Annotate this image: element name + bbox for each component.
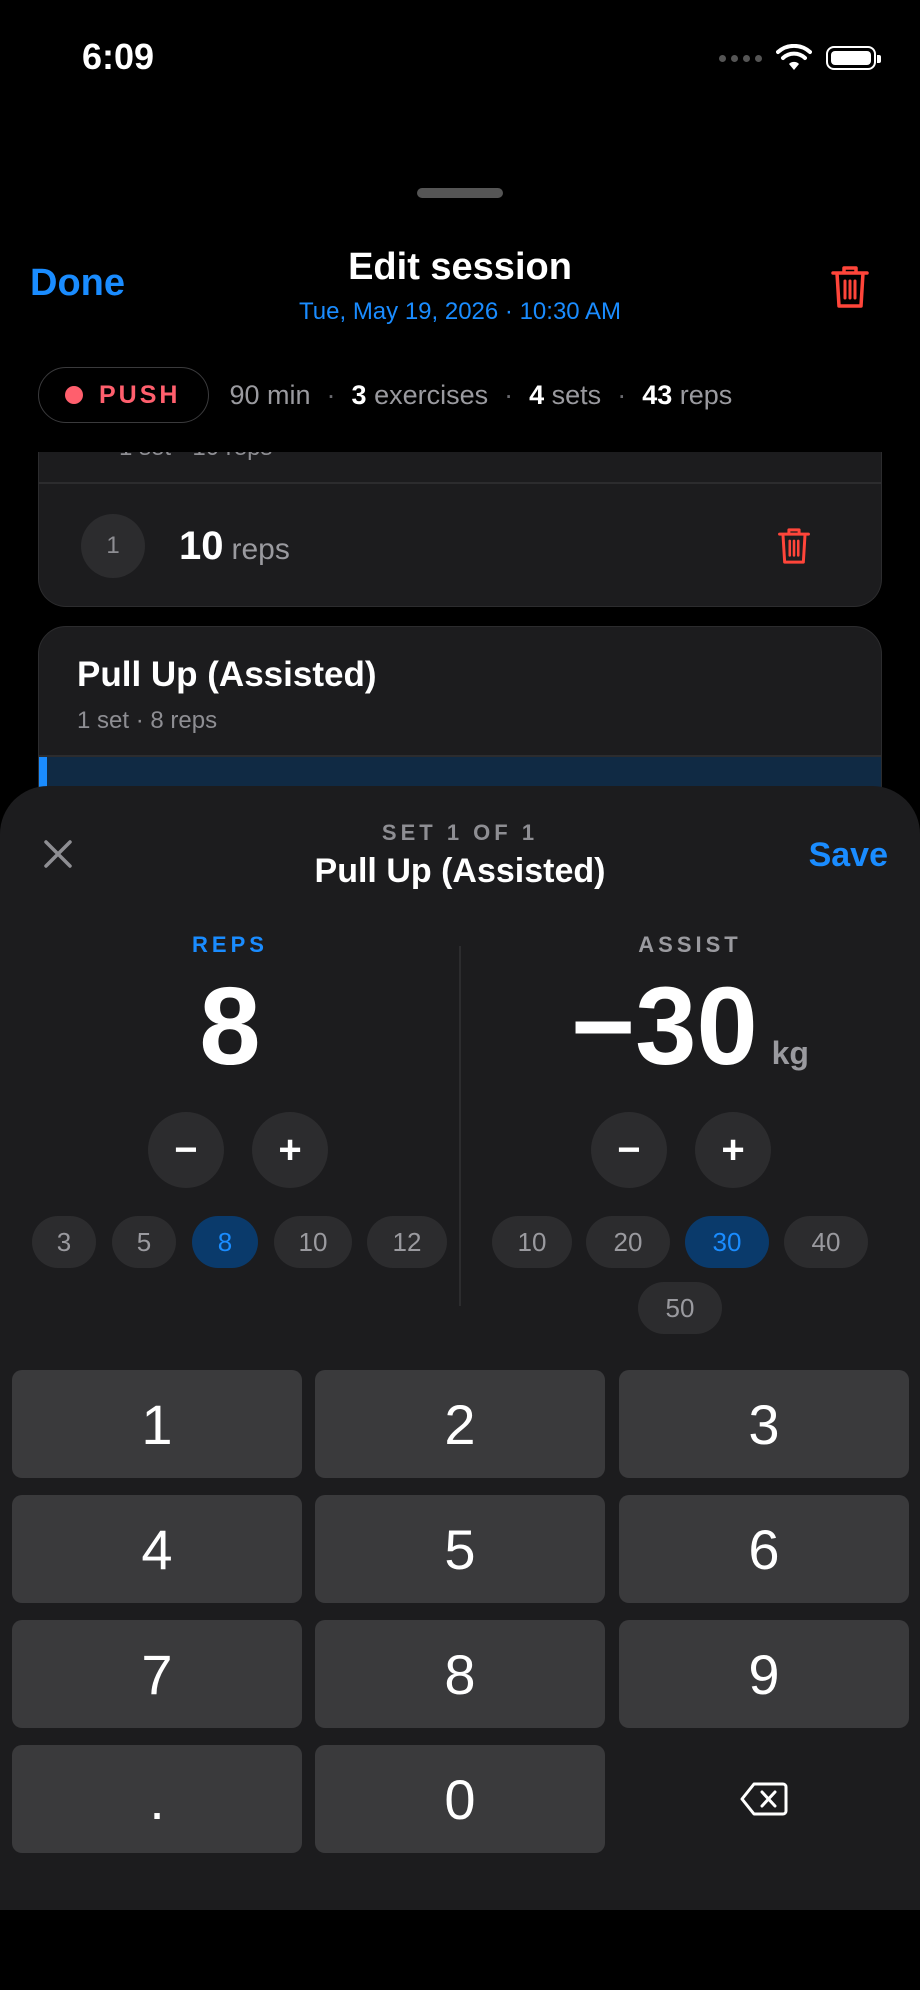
reps-label[interactable]: REPS — [0, 932, 460, 958]
key-8[interactable]: 8 — [315, 1620, 605, 1728]
reps-preset-chip[interactable]: 10 — [274, 1216, 352, 1268]
bottom-safe-area — [0, 1910, 920, 1990]
delete-session-button[interactable] — [830, 264, 870, 315]
assist-preset-chip[interactable]: 20 — [586, 1216, 670, 1268]
divider — [39, 482, 881, 484]
key-0[interactable]: 0 — [315, 1745, 605, 1853]
reps-count: 43 — [642, 379, 673, 410]
duration: 90 min — [229, 379, 311, 410]
status-icons — [719, 44, 881, 72]
exercises-count: 3 — [351, 379, 367, 410]
exercise-card[interactable]: 1 set · 10 reps 1 10reps — [38, 452, 882, 607]
assist-decrement-button[interactable]: − — [591, 1112, 667, 1188]
assist-value-row[interactable]: −30 kg — [460, 966, 920, 1087]
sets-count: 4 — [529, 379, 545, 410]
session-type-badge[interactable]: PUSH — [38, 367, 210, 423]
set-reps-value: 10 — [179, 524, 224, 568]
set-row[interactable]: 10 reps — [179, 524, 290, 569]
exercise-title: Pull Up (Assisted) — [77, 655, 377, 694]
wifi-icon — [776, 44, 812, 70]
key-9[interactable]: 9 — [619, 1620, 909, 1728]
session-summary: PUSH 90 min · 3 exercises · 4 sets · 43 … — [38, 366, 732, 424]
sheet-grabber[interactable] — [417, 188, 503, 198]
reps-preset-chip[interactable]: 5 — [112, 1216, 176, 1268]
session-type-label: PUSH — [99, 380, 181, 409]
page-title: Edit session — [348, 246, 572, 288]
reps-increment-button[interactable]: + — [252, 1112, 328, 1188]
separator: · — [504, 379, 514, 410]
reps-preset-chip[interactable]: 12 — [367, 1216, 447, 1268]
assist-value: −30 — [571, 965, 758, 1088]
sets-label: sets — [551, 379, 602, 410]
save-button[interactable]: Save — [809, 836, 888, 875]
trash-icon — [778, 528, 810, 564]
reps-preset-chip-selected[interactable]: 8 — [192, 1216, 258, 1268]
cellular-icon — [719, 54, 762, 62]
delete-set-button[interactable] — [777, 526, 811, 571]
numeric-keypad: 1 2 3 4 5 6 7 8 9 . 0 — [0, 1356, 920, 1910]
key-6[interactable]: 6 — [619, 1495, 909, 1603]
assist-preset-chip[interactable]: 40 — [784, 1216, 868, 1268]
set-reps-unit: reps — [231, 533, 290, 566]
assist-preset-chip-selected[interactable]: 30 — [685, 1216, 769, 1268]
separator: · — [617, 379, 627, 410]
reps-value[interactable]: 8 — [0, 966, 460, 1087]
status-time: 6:09 — [82, 36, 155, 77]
assist-label[interactable]: ASSIST — [460, 932, 920, 958]
key-2[interactable]: 2 — [315, 1370, 605, 1478]
push-dot-icon — [65, 386, 83, 404]
exercises-label: exercises — [374, 379, 489, 410]
assist-preset-chip[interactable]: 50 — [638, 1282, 722, 1334]
backspace-icon — [740, 1782, 788, 1816]
reps-label: reps — [679, 379, 733, 410]
assist-preset-chip[interactable]: 10 — [492, 1216, 572, 1268]
key-decimal[interactable]: . — [12, 1745, 302, 1853]
edit-set-sheet: SET 1 OF 1 Pull Up (Assisted) Save REPS … — [0, 786, 920, 1910]
assist-increment-button[interactable]: + — [695, 1112, 771, 1188]
backspace-key[interactable] — [619, 1745, 909, 1853]
set-counter: SET 1 OF 1 — [381, 820, 539, 845]
exercise-subtitle: 1 set · 10 reps — [119, 452, 272, 462]
set-number: 1 — [81, 514, 145, 578]
trash-icon — [831, 266, 869, 308]
key-1[interactable]: 1 — [12, 1370, 302, 1478]
key-4[interactable]: 4 — [12, 1495, 302, 1603]
sheet-title: Pull Up (Assisted) — [314, 852, 606, 890]
exercise-subtitle: 1 set · 8 reps — [77, 707, 218, 734]
separator: · — [326, 379, 336, 410]
reps-preset-chip[interactable]: 3 — [32, 1216, 96, 1268]
key-7[interactable]: 7 — [12, 1620, 302, 1728]
assist-unit: kg — [771, 1035, 809, 1071]
key-3[interactable]: 3 — [619, 1370, 909, 1478]
session-datetime[interactable]: Tue, May 19, 2026 · 10:30 AM — [0, 298, 920, 326]
key-5[interactable]: 5 — [315, 1495, 605, 1603]
reps-decrement-button[interactable]: − — [148, 1112, 224, 1188]
battery-icon — [826, 46, 881, 70]
